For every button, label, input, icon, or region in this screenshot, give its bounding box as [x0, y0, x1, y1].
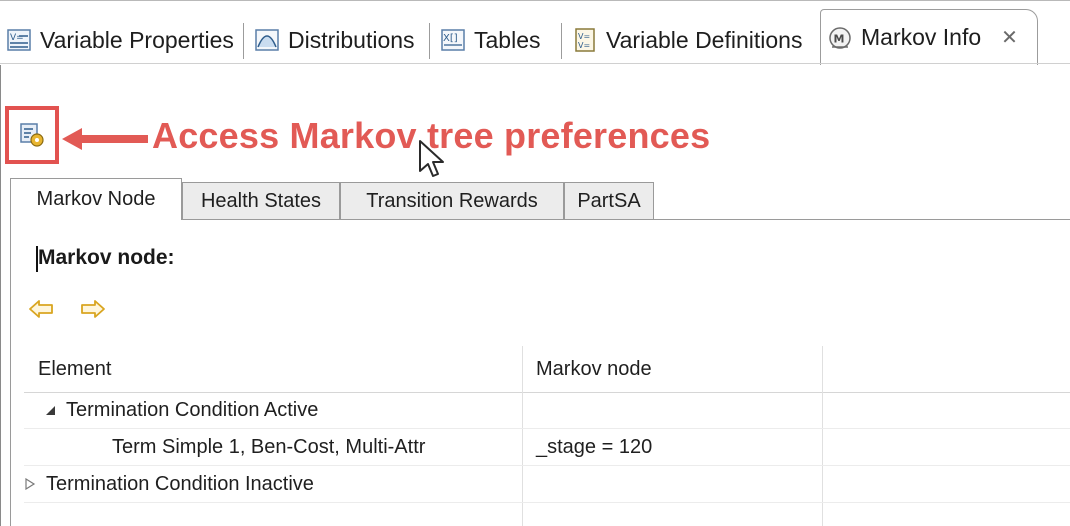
tables-icon: X[] — [441, 29, 465, 51]
tab-markov-node[interactable]: Markov Node — [10, 178, 182, 220]
table-row[interactable]: Termination Condition Active — [24, 392, 1070, 429]
svg-text:V=: V= — [578, 32, 590, 41]
element-cell: Term Simple 1, Ben-Cost, Multi-Attr — [112, 435, 426, 458]
element-cell: Termination Condition Active — [44, 392, 318, 428]
column-header-element[interactable]: Element — [24, 346, 522, 392]
markov-preferences-button[interactable] — [5, 106, 59, 164]
annotation-arrow-icon — [62, 128, 148, 150]
forward-arrow-icon[interactable] — [80, 298, 106, 320]
view-tab-strip: V= Variable Properties Distributions X[]… — [0, 0, 1070, 65]
tab-variable-properties[interactable]: V= Variable Properties — [0, 15, 244, 65]
table-row[interactable]: Term Simple 1, Ben-Cost, Multi-Attr _sta… — [24, 429, 1070, 466]
markov-node-cell: _stage = 120 — [536, 435, 653, 458]
markov-info-icon: M — [829, 26, 851, 49]
markov-info-tabs: Markov Node Health States Transition Rew… — [10, 178, 1070, 220]
variable-properties-icon: V= — [7, 29, 31, 51]
tab-tables[interactable]: X[] Tables — [434, 15, 562, 65]
element-text: Termination Condition Inactive — [46, 472, 314, 495]
tab-label: Variable Properties — [40, 26, 234, 53]
collapsed-triangle-icon[interactable] — [24, 478, 36, 490]
element-cell: Termination Condition Inactive — [24, 466, 314, 502]
tab-label: Variable Definitions — [606, 26, 803, 53]
tab-health-states[interactable]: Health States — [182, 182, 340, 220]
variable-definitions-icon: V= V= — [575, 28, 595, 52]
distributions-icon — [255, 29, 279, 51]
tab-label: Tables — [474, 26, 541, 53]
expanded-triangle-icon[interactable] — [44, 404, 56, 416]
tab-transition-rewards[interactable]: Transition Rewards — [340, 182, 564, 220]
markov-node-label: Markov node: — [36, 246, 175, 272]
element-text: Termination Condition Active — [66, 398, 319, 421]
svg-text:V=: V= — [10, 33, 24, 43]
svg-text:M: M — [834, 32, 845, 45]
column-header-markov-node[interactable]: Markov node — [522, 346, 822, 392]
tab-strip-divider — [0, 63, 1070, 64]
tab-distributions[interactable]: Distributions — [248, 15, 430, 65]
text-caret — [36, 246, 38, 272]
tab-label: Markov Info — [861, 24, 982, 50]
tab-markov-info[interactable]: M Markov Info ✕ — [820, 9, 1038, 65]
markov-node-label-text: Markov node: — [38, 246, 175, 269]
mouse-cursor-icon — [419, 140, 444, 177]
tab-variable-definitions[interactable]: V= V= Variable Definitions — [566, 15, 818, 65]
tab-label: Distributions — [288, 26, 415, 53]
svg-text:V=: V= — [578, 41, 590, 50]
table-row[interactable]: Termination Condition Inactive — [24, 466, 1070, 503]
tab-partsa[interactable]: PartSA — [564, 182, 654, 220]
markov-node-table: Element Markov node Termination Conditio… — [24, 346, 1070, 526]
back-arrow-icon[interactable] — [28, 298, 54, 320]
close-icon[interactable]: ✕ — [1001, 25, 1018, 50]
tree-preferences-icon — [20, 123, 44, 147]
svg-text:X[]: X[] — [443, 33, 458, 44]
table-header: Element Markov node — [24, 346, 1070, 393]
